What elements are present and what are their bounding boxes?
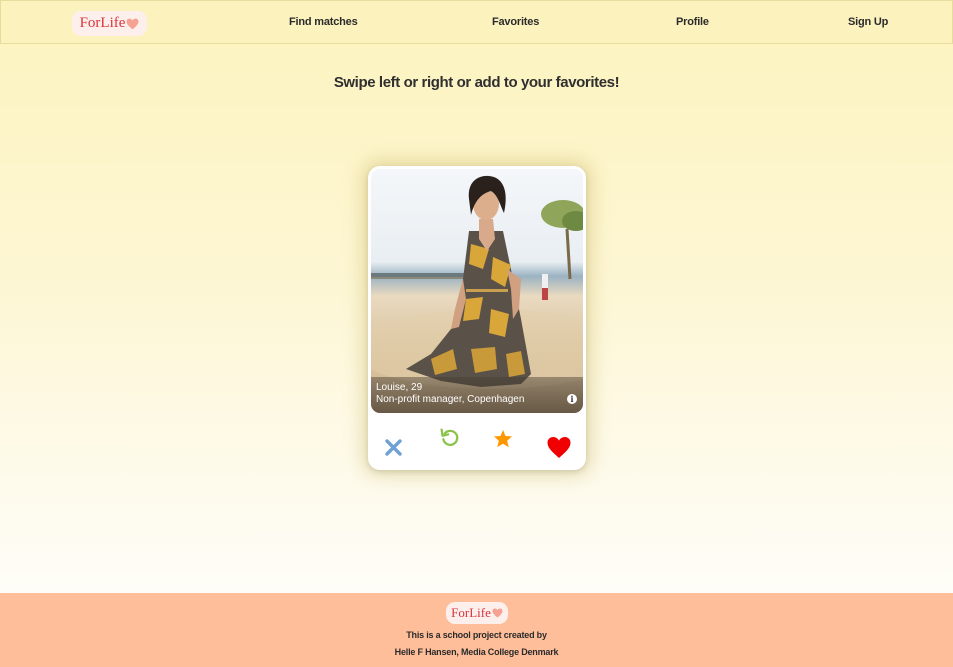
nav-profile[interactable]: Profile [676,16,709,28]
undo-icon [440,428,459,446]
footer-credit-line-1: This is a school project created by [406,630,547,640]
dislike-button[interactable] [385,439,402,461]
favorite-button[interactable] [493,429,513,453]
nav-sign-up[interactable]: Sign Up [848,16,888,28]
close-icon [385,439,402,456]
heart-icon [547,437,571,458]
footer-credit-line-2: Helle F Hansen, Media College Denmark [394,647,559,657]
nav-find-matches[interactable]: Find matches [289,16,358,28]
footer: ForLife This is a school project created… [0,593,953,667]
profile-caption: Louise, 29 Non-profit manager, Copenhage… [371,377,583,413]
star-icon [493,429,513,448]
profile-occupation: Non-profit manager, Copenhagen [376,394,525,405]
like-button[interactable] [546,436,572,464]
profile-card[interactable]: Louise, 29 Non-profit manager, Copenhage… [368,166,586,470]
page-headline: Swipe left or right or add to your favor… [333,74,620,91]
top-navigation-bar: ForLife Find matches Favorites Profile S… [0,0,953,44]
logo-text: ForLife [79,15,126,31]
forlife-logo-footer[interactable]: ForLife [446,602,508,624]
info-icon[interactable]: i [567,394,577,404]
heart-icon [492,608,503,618]
forlife-logo[interactable]: ForLife [72,11,147,36]
heart-icon [126,18,139,30]
nav-favorites[interactable]: Favorites [492,16,539,28]
undo-button[interactable] [439,427,460,453]
profile-photo: Louise, 29 Non-profit manager, Copenhage… [371,169,583,413]
logo-text: ForLife [451,605,491,620]
profile-name-age: Louise, 29 [376,382,423,393]
